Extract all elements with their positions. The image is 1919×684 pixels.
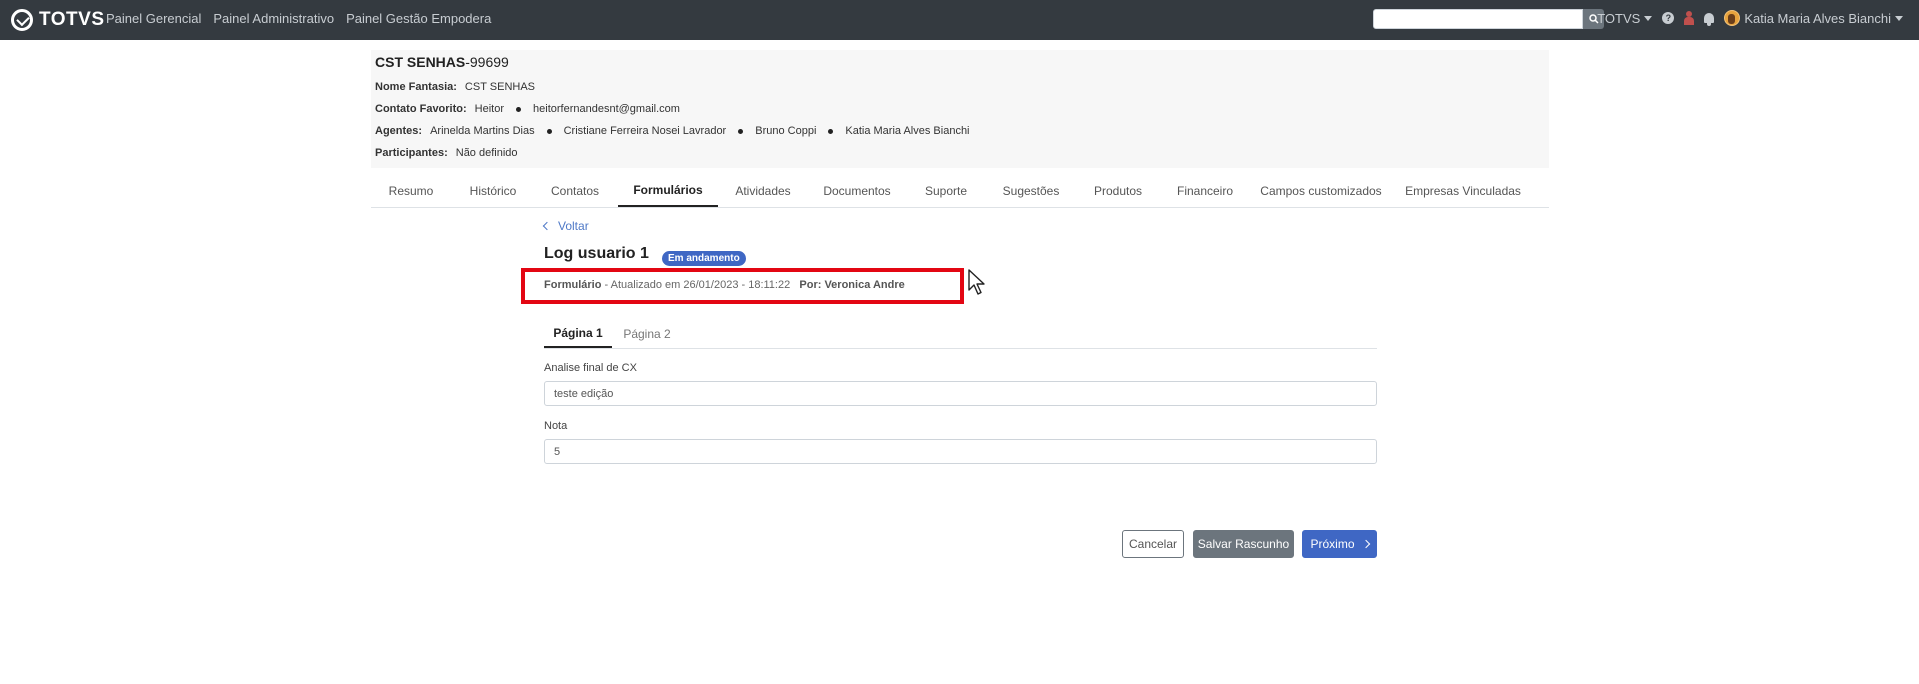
global-search [1373, 9, 1604, 29]
tab-financeiro[interactable]: Financeiro [1160, 175, 1250, 206]
help-icon: ? [1662, 12, 1675, 24]
save-draft-button[interactable]: Salvar Rascunho [1193, 530, 1294, 558]
contato-row: Contato Favorito: Heitor heitorfernandes… [375, 103, 680, 115]
top-navbar: TOTVS Painel Gerencial Painel Administra… [0, 0, 1919, 40]
chevron-down-icon [1644, 15, 1653, 21]
search-input[interactable] [1373, 9, 1583, 29]
tab-empresas-vinculadas[interactable]: Empresas Vinculadas [1392, 175, 1534, 206]
main-nav: Painel Gerencial Painel Administrativo P… [106, 0, 491, 36]
nav-painel-gestao-empodera[interactable]: Painel Gestão Empodera [346, 11, 491, 26]
company-title: CST SENHAS-99699 [375, 54, 509, 70]
agentes-row: Agentes: Arinelda Martins Dias Cristiane… [375, 125, 970, 137]
tab-campos-customizados[interactable]: Campos customizados [1250, 175, 1392, 206]
nota-label: Nota [544, 420, 568, 432]
contato-email: heitorfernandesnt@gmail.com [533, 103, 680, 115]
nav-painel-gerencial[interactable]: Painel Gerencial [106, 11, 201, 26]
separator-dot [546, 128, 552, 134]
meta-author: Por: Veronica Andre [799, 279, 905, 291]
agente-name: Katia Maria Alves Bianchi [845, 125, 970, 137]
chevron-down-icon [1895, 15, 1903, 21]
user-nav: TOTVS ? Katia Maria Alves Bianchi [1597, 0, 1903, 36]
agente-name: Cristiane Ferreira Nosei Lavrador [563, 125, 727, 137]
agente-name: Arinelda Martins Dias [430, 125, 535, 137]
tab-contatos[interactable]: Contatos [535, 175, 615, 206]
mouse-cursor-icon [968, 269, 985, 295]
company-name: CST SENHAS [375, 54, 466, 70]
indicator-button[interactable] [1684, 11, 1695, 25]
totvs-menu-label: TOTVS [1597, 10, 1641, 26]
page-tabs: Página 1 Página 2 [544, 320, 1377, 349]
form-meta: Formulário - Atualizado em 26/01/2023 - … [544, 279, 905, 291]
main-tabs: Resumo Histórico Contatos Formulários At… [371, 175, 1549, 208]
notifications-button[interactable] [1704, 13, 1715, 26]
avatar [1724, 10, 1741, 26]
company-code: -99699 [465, 54, 509, 70]
nome-fantasia-row: Nome Fantasia: CST SENHAS [375, 81, 535, 93]
contato-name: Heitor [474, 103, 505, 115]
tab-sugestoes[interactable]: Sugestões [986, 175, 1076, 206]
tab-atividades[interactable]: Atividades [718, 175, 808, 206]
tab-produtos[interactable]: Produtos [1076, 175, 1160, 206]
tab-suporte[interactable]: Suporte [906, 175, 986, 206]
user-name: Katia Maria Alves Bianchi [1744, 10, 1891, 26]
tab-pagina-1[interactable]: Página 1 [544, 320, 612, 348]
nav-painel-administrativo[interactable]: Painel Administrativo [213, 11, 334, 26]
back-link[interactable]: Voltar [542, 219, 589, 233]
status-badge: Em andamento [662, 251, 746, 266]
separator-dot [738, 128, 744, 134]
tab-pagina-2[interactable]: Página 2 [612, 320, 682, 347]
totvs-logo[interactable]: TOTVS [11, 8, 105, 32]
nota-input[interactable]: 5 [544, 439, 1377, 464]
next-button[interactable]: Próximo [1302, 530, 1377, 558]
agentes-label: Agentes: [375, 125, 423, 137]
tab-documentos[interactable]: Documentos [808, 175, 906, 206]
meta-type: Formulário [544, 279, 602, 291]
person-icon [1684, 11, 1695, 25]
back-label: Voltar [558, 219, 589, 233]
nome-fantasia-label: Nome Fantasia: [375, 81, 457, 93]
participantes-label: Participantes: [375, 147, 448, 159]
totvs-logo-icon [11, 9, 33, 31]
meta-updated: - Atualizado em 26/01/2023 - 18:11:22 [601, 279, 791, 291]
help-button[interactable]: ? [1662, 12, 1675, 24]
logo-text: TOTVS [39, 9, 105, 30]
agente-name: Bruno Coppi [755, 125, 817, 137]
cancel-button[interactable]: Cancelar [1122, 530, 1184, 558]
tab-historico[interactable]: Histórico [451, 175, 535, 206]
analise-final-label: Analise final de CX [544, 362, 637, 374]
contato-label: Contato Favorito: [375, 103, 467, 115]
nome-fantasia-value: CST SENHAS [464, 81, 536, 93]
chevron-right-icon [1361, 539, 1370, 549]
chevron-left-icon [542, 221, 552, 231]
next-label: Próximo [1310, 537, 1355, 551]
separator-dot [516, 106, 522, 112]
participantes-row: Participantes: Não definido [375, 147, 518, 159]
user-menu[interactable]: Katia Maria Alves Bianchi [1724, 10, 1903, 26]
tab-resumo[interactable]: Resumo [371, 175, 451, 206]
bell-icon [1704, 13, 1715, 26]
tab-formularios[interactable]: Formulários [618, 175, 718, 207]
form-title: Log usuario 1 [544, 245, 649, 262]
company-header: CST SENHAS-99699 Nome Fantasia: CST SENH… [371, 50, 1549, 168]
totvs-menu[interactable]: TOTVS [1597, 10, 1653, 26]
participantes-value: Não definido [455, 147, 518, 159]
separator-dot [828, 128, 834, 134]
analise-final-input[interactable]: teste edição [544, 381, 1377, 406]
